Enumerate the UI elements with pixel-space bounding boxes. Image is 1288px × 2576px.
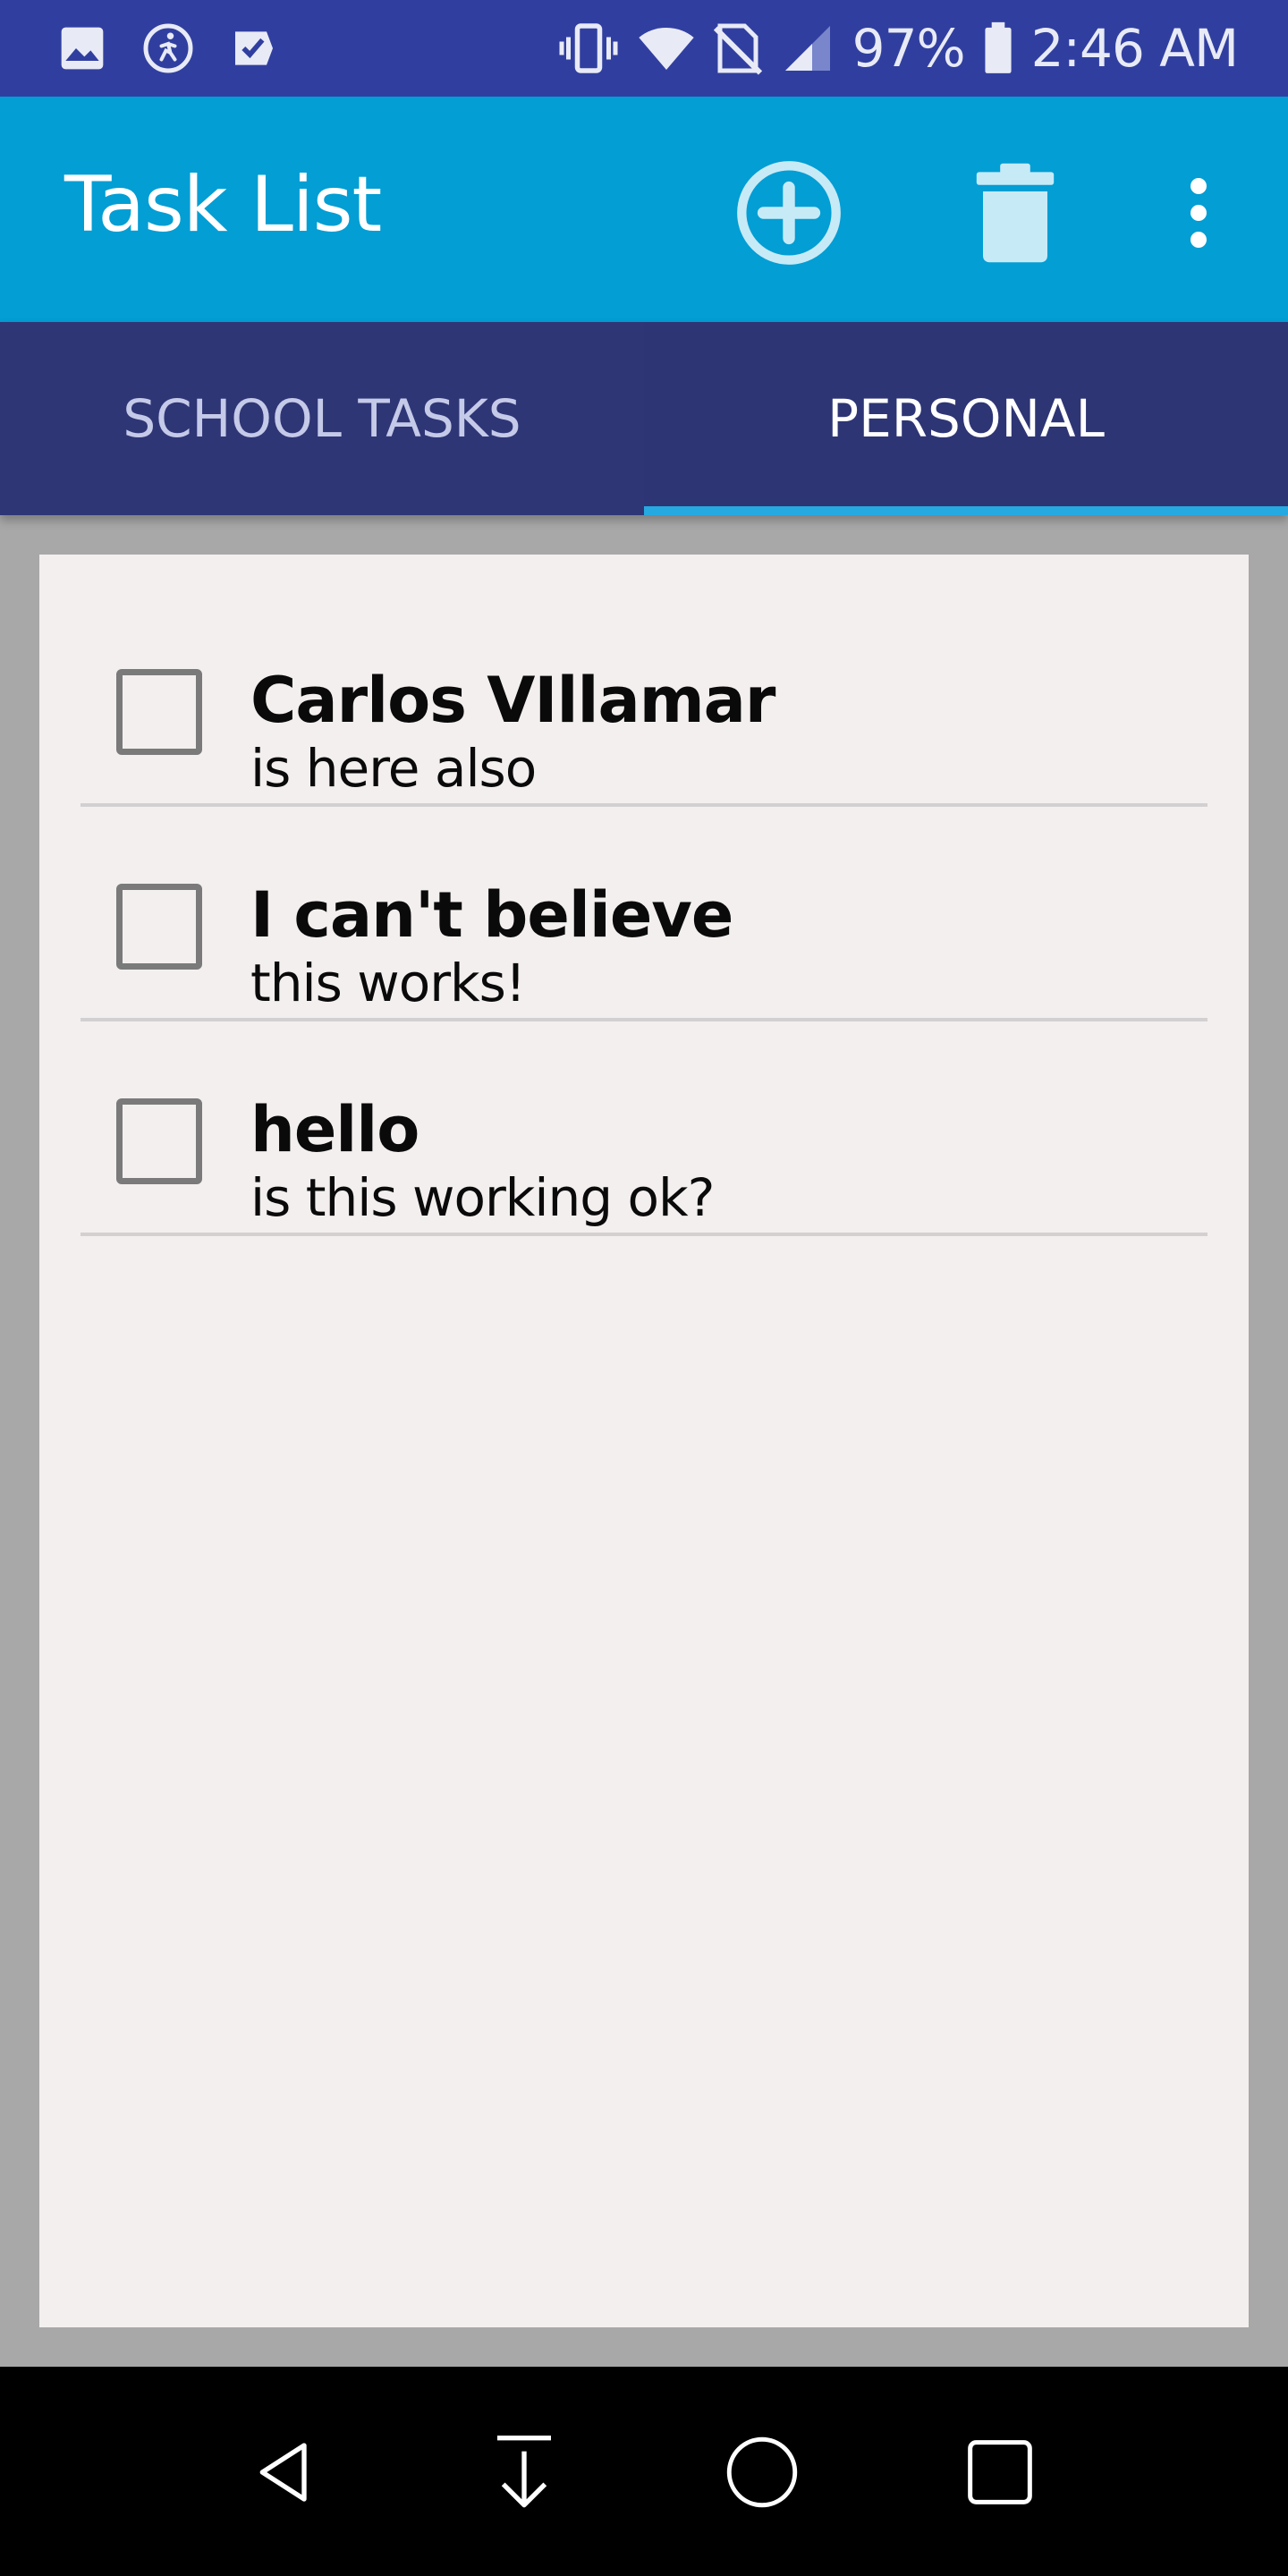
overflow-menu-button[interactable] <box>1163 150 1234 279</box>
download-icon <box>488 2432 560 2516</box>
tab-personal[interactable]: PERSONAL <box>644 322 1288 515</box>
task-subtitle: is this working ok? <box>250 1167 715 1228</box>
task-item[interactable]: hello is this working ok? <box>80 1021 1208 1236</box>
trash-icon <box>972 159 1058 270</box>
task-item[interactable]: Carlos VIllamar is here also <box>80 592 1208 807</box>
selected-tab-indicator <box>644 506 1288 515</box>
battery-icon <box>983 21 1013 75</box>
activity-icon <box>141 21 195 75</box>
wifi-icon <box>638 23 695 73</box>
recents-icon <box>964 2436 1036 2512</box>
task-checkbox[interactable] <box>116 884 202 970</box>
app-bar: Task List <box>0 97 1288 322</box>
task-checkbox[interactable] <box>116 1098 202 1184</box>
task-subtitle: is here also <box>250 738 537 799</box>
task-title: I can't believe <box>250 878 733 952</box>
task-item[interactable]: I can't believe this works! <box>80 807 1208 1021</box>
app-title: Task List <box>64 160 382 250</box>
notification-pull-button[interactable] <box>470 2420 578 2528</box>
status-bar: 97% 2:46 AM <box>0 0 1288 97</box>
back-button[interactable] <box>233 2420 340 2528</box>
clock: 2:46 AM <box>1030 18 1239 79</box>
task-title: Carlos VIllamar <box>250 664 775 737</box>
status-notification-icons <box>57 20 279 77</box>
gallery-icon <box>57 23 107 73</box>
home-icon <box>724 2435 800 2513</box>
task-title: hello <box>250 1093 419 1166</box>
add-circle-icon <box>733 157 844 272</box>
task-checkbox[interactable] <box>116 669 202 755</box>
recents-button[interactable] <box>946 2420 1054 2528</box>
no-sim-icon <box>713 21 763 75</box>
battery-percent: 97% <box>852 18 966 79</box>
home-button[interactable] <box>708 2420 816 2528</box>
status-system-icons: 97% 2:46 AM <box>557 14 1239 82</box>
more-vert-icon <box>1185 173 1212 257</box>
vibrate-icon <box>557 21 620 75</box>
tab-school-tasks[interactable]: SCHOOL TASKS <box>0 322 644 515</box>
task-check-icon <box>229 23 279 73</box>
task-subtitle: this works! <box>250 953 526 1013</box>
task-list-card: Carlos VIllamar is here also I can't bel… <box>39 555 1249 2327</box>
add-task-button[interactable] <box>724 150 853 279</box>
back-icon <box>250 2436 322 2512</box>
signal-icon <box>781 23 835 73</box>
delete-button[interactable] <box>957 150 1073 279</box>
system-nav-bar <box>0 2367 1288 2576</box>
tab-bar: SCHOOL TASKS PERSONAL <box>0 322 1288 515</box>
